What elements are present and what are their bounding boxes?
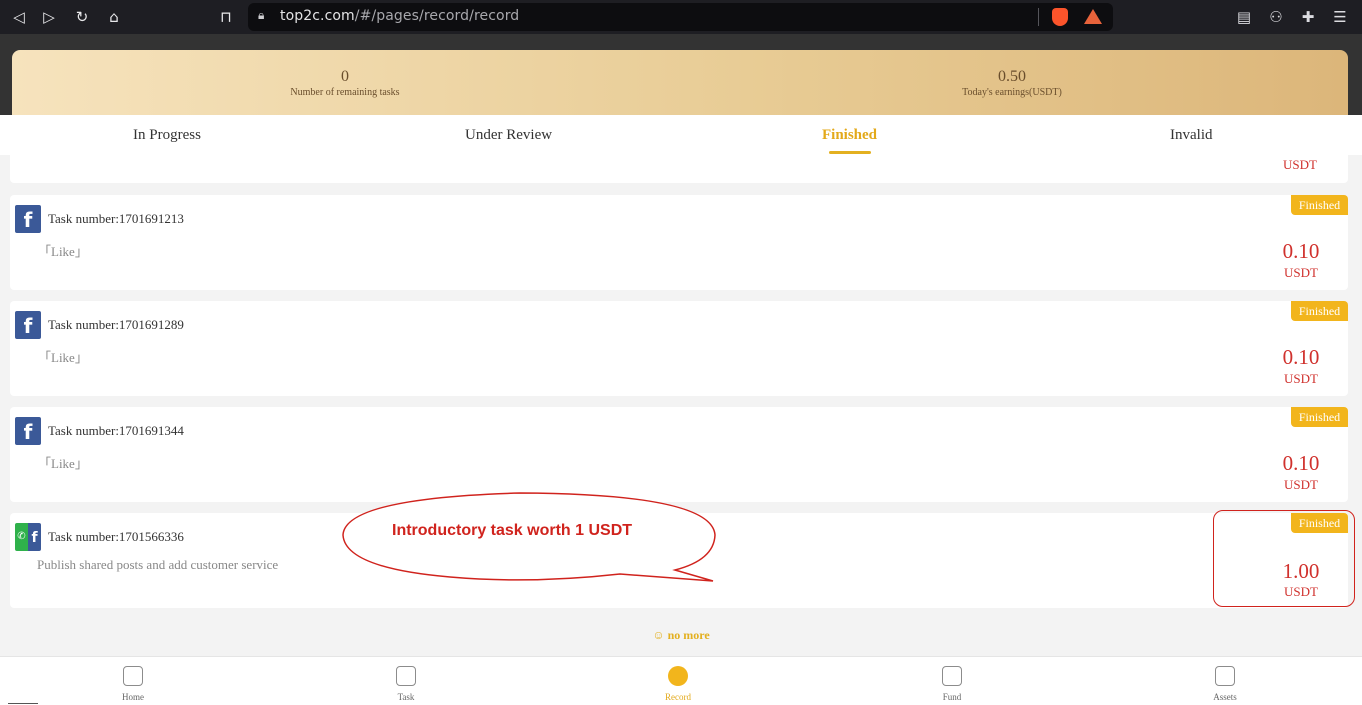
brave-shield-icon[interactable] — [1052, 8, 1068, 26]
profile-icon[interactable]: ⚇ — [1265, 6, 1287, 28]
task-description: Publish shared posts and add customer se… — [37, 557, 279, 572]
list-item-partial[interactable]: USDT — [10, 155, 1348, 183]
reward-unit: USDT — [1284, 477, 1318, 492]
facebook-icon: f — [28, 523, 41, 551]
nav-assets-label: Assets — [1213, 692, 1237, 702]
todays-earnings-value: 0.50 — [998, 68, 1026, 85]
header-backdrop — [0, 34, 1362, 50]
facebook-icon: f — [15, 205, 41, 233]
task-description: 「Like」 — [38, 350, 88, 365]
nav-record-label: Record — [665, 692, 691, 702]
list-item[interactable]: f Task number:1701691289 「Like」 Finished… — [10, 301, 1348, 396]
tab-under-review[interactable]: Under Review — [465, 127, 552, 144]
reload-icon[interactable]: ↻ — [69, 4, 95, 30]
todays-earnings-label: Today's earnings(USDT) — [962, 87, 1062, 98]
fund-icon — [942, 666, 962, 686]
remaining-tasks-label: Number of remaining tasks — [290, 87, 400, 98]
menu-icon[interactable]: ☰ — [1329, 6, 1351, 28]
reward-amount: 0.10 — [1282, 345, 1320, 369]
nav-task[interactable]: Task — [376, 657, 436, 705]
nav-fund[interactable]: Fund — [922, 657, 982, 705]
task-description: 「Like」 — [38, 456, 88, 471]
reward-amount: 0.10 — [1282, 239, 1320, 263]
annotation-highlight-box — [1213, 510, 1355, 607]
facebook-icon: f — [15, 311, 41, 339]
nav-record[interactable]: Record — [648, 657, 708, 705]
reward-amount: 0.10 — [1282, 451, 1320, 475]
no-more-indicator: ☺ no more — [652, 628, 710, 642]
annotation-callout-text: Introductory task worth 1 USDT — [392, 522, 633, 539]
nav-home-label: Home — [122, 692, 144, 702]
back-icon[interactable]: ◁ — [6, 4, 32, 30]
todays-earnings-stat: 0.50 Today's earnings(USDT) — [912, 68, 1112, 100]
whatsapp-icon: ✆ — [15, 523, 28, 551]
summary-card: 0 Number of remaining tasks 0.50 Today's… — [12, 50, 1348, 115]
nav-home[interactable]: Home — [103, 657, 163, 705]
reader-icon[interactable]: ▤ — [1233, 6, 1255, 28]
assets-icon — [1215, 666, 1235, 686]
remaining-tasks-value: 0 — [341, 68, 349, 85]
status-tabs: In Progress Under Review Finished Invali… — [0, 115, 1362, 155]
reward-unit: USDT — [1284, 265, 1318, 280]
tab-in-progress[interactable]: In Progress — [133, 127, 201, 144]
status-badge: Finished — [1291, 301, 1348, 321]
task-description: 「Like」 — [38, 244, 88, 259]
browser-toolbar: ◁ ▷ ↻ ⌂ ⊓ 🔒︎ top2c.com/#/pages/record/re… — [0, 0, 1362, 34]
address-divider — [1038, 8, 1039, 26]
nav-task-label: Task — [397, 692, 415, 702]
summary-header: 0 Number of remaining tasks 0.50 Today's… — [0, 50, 1362, 115]
address-bar[interactable]: 🔒︎ top2c.com/#/pages/record/record — [248, 3, 1113, 31]
url-text: top2c.com/#/pages/record/record — [280, 8, 520, 24]
list-item[interactable]: f Task number:1701691344 「Like」 Finished… — [10, 407, 1348, 502]
home-icon — [123, 666, 143, 686]
home-browser-icon[interactable]: ⌂ — [101, 4, 127, 30]
task-number: Task number:1701691213 — [48, 211, 184, 226]
facebook-icon: f — [15, 417, 41, 445]
lock-icon: 🔒︎ — [258, 8, 265, 22]
forward-icon[interactable]: ▷ — [36, 4, 62, 30]
bookmark-icon[interactable]: ⊓ — [213, 4, 239, 30]
remaining-tasks-stat: 0 Number of remaining tasks — [245, 68, 445, 100]
extensions-icon[interactable]: ✚ — [1297, 6, 1319, 28]
task-number: Task number:1701691344 — [48, 423, 184, 438]
task-number: Task number:1701566336 — [48, 529, 184, 544]
bottom-divider — [8, 703, 38, 704]
tab-invalid[interactable]: Invalid — [1170, 127, 1213, 144]
reward-unit: USDT — [1283, 157, 1317, 172]
nav-fund-label: Fund — [942, 692, 962, 702]
reward-unit: USDT — [1284, 371, 1318, 386]
task-number: Task number:1701691289 — [48, 317, 184, 332]
list-item[interactable]: f Task number:1701691213 「Like」 Finished… — [10, 195, 1348, 290]
task-icon — [396, 666, 416, 686]
record-icon — [668, 666, 688, 686]
tab-finished[interactable]: Finished — [822, 127, 877, 144]
status-badge: Finished — [1291, 407, 1348, 427]
status-badge: Finished — [1291, 195, 1348, 215]
brave-rewards-icon[interactable] — [1084, 9, 1102, 24]
active-tab-indicator — [829, 151, 871, 154]
bottom-navigation: Home Task Record Fund Assets — [0, 656, 1362, 705]
nav-assets[interactable]: Assets — [1195, 657, 1255, 705]
